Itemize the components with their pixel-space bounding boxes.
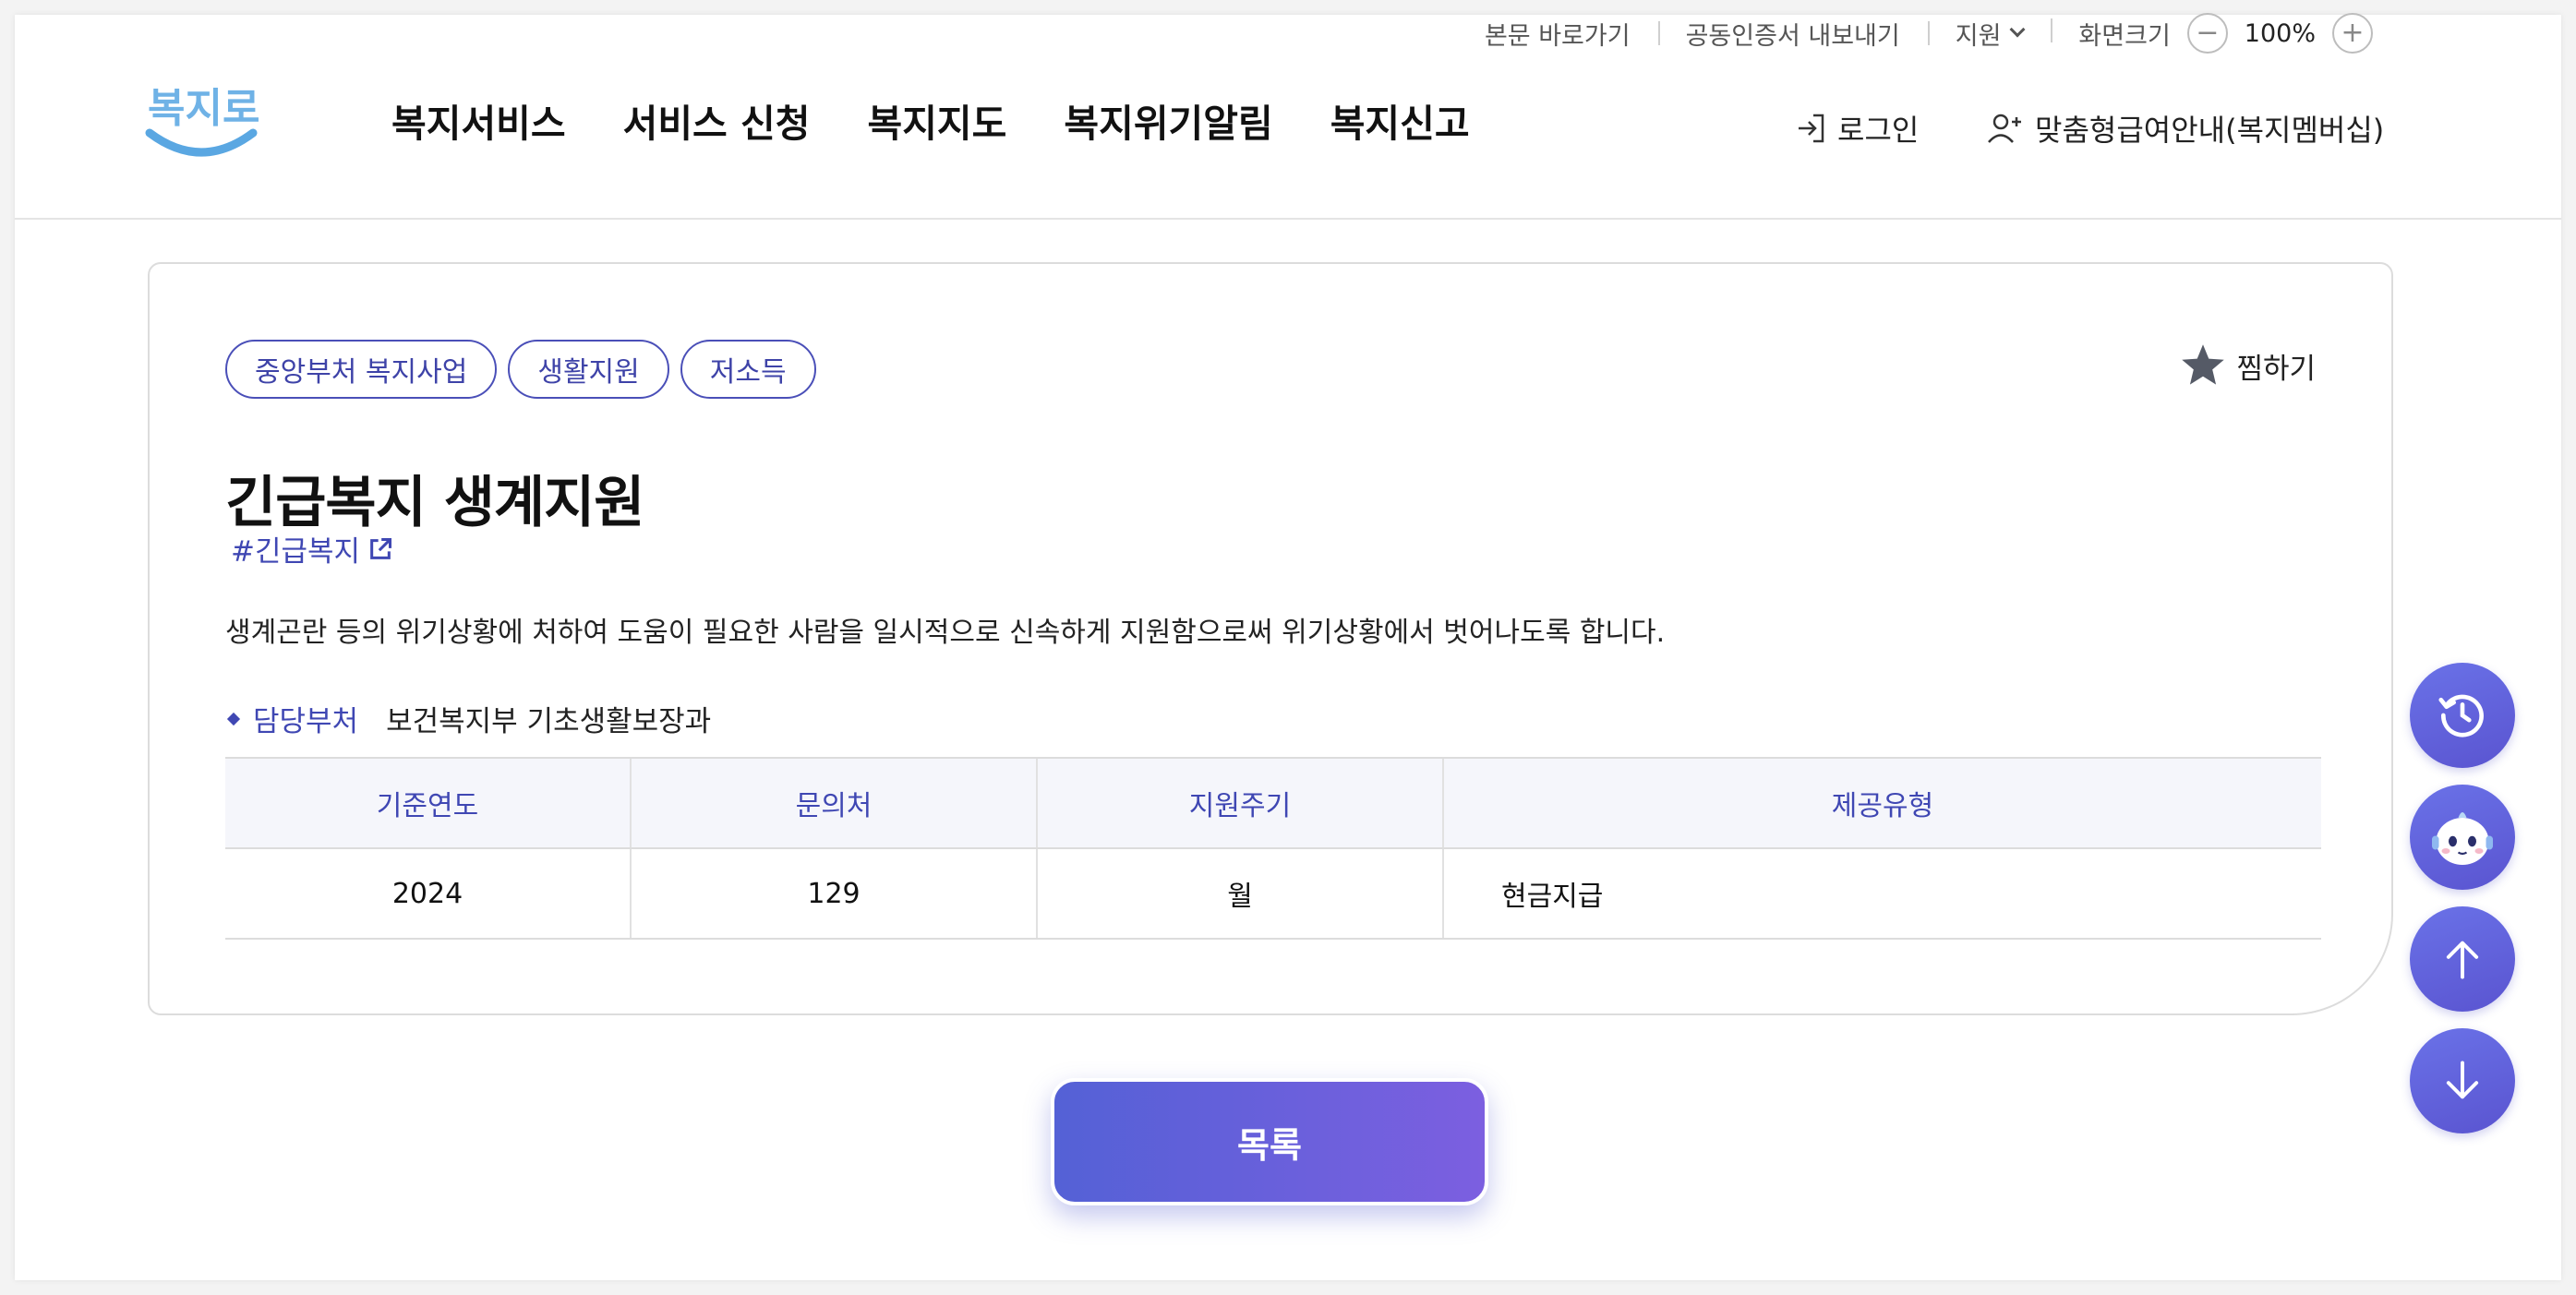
- tag-living-support[interactable]: 생활지원: [508, 340, 669, 399]
- nav-service-apply[interactable]: 서비스 신청: [623, 92, 811, 148]
- favorite-button[interactable]: 찜하기: [2179, 342, 2316, 390]
- cell-base-year: 2024: [225, 848, 631, 940]
- chatbot-button[interactable]: [2410, 785, 2515, 890]
- external-link-icon: [370, 537, 392, 559]
- hashtag-link[interactable]: #긴급복지: [231, 528, 393, 570]
- site-logo[interactable]: 복지로: [144, 68, 259, 170]
- list-button[interactable]: 목록: [1051, 1078, 1488, 1205]
- history-icon: [2438, 694, 2484, 737]
- service-detail-card: 중앙부처 복지사업 생활지원 저소득 찜하기 긴급복지 생계지원 #긴급복지 생…: [148, 262, 2393, 1015]
- header-base-year: 기준연도: [225, 757, 631, 849]
- service-info-table: 기준연도 문의처 지원주기 제공유형 2024 129 월 현금지급: [225, 757, 2321, 940]
- login-link[interactable]: 로그인: [1795, 107, 1919, 150]
- cell-contact: 129: [630, 848, 1037, 940]
- bullet-diamond-icon: [226, 712, 241, 725]
- nav-crisis-alert[interactable]: 복지위기알림: [1064, 92, 1272, 148]
- svg-text:복지로: 복지로: [148, 85, 259, 132]
- star-icon: [2182, 344, 2225, 385]
- plus-icon: +: [2341, 17, 2365, 49]
- arrow-down-icon: [2446, 1061, 2479, 1099]
- skip-to-content-link[interactable]: 본문 바로가기: [1457, 16, 1658, 52]
- tag-list: 중앙부처 복지사업 생활지원 저소득: [225, 340, 816, 399]
- bokjiro-logo-icon: 복지로: [145, 85, 259, 157]
- header-contact: 문의처: [630, 757, 1037, 849]
- table-header-row: 기준연도 문의처 지원주기 제공유형: [225, 757, 2321, 849]
- tag-low-income[interactable]: 저소득: [680, 340, 816, 399]
- cell-support-cycle: 월: [1036, 848, 1443, 940]
- floating-action-group: [2410, 663, 2515, 1133]
- header-divider: [15, 218, 2561, 220]
- tag-central-ministry[interactable]: 중앙부처 복지사업: [225, 340, 498, 399]
- header-provision-type: 제공유형: [1442, 757, 2321, 849]
- zoom-in-button[interactable]: +: [2332, 13, 2373, 54]
- table-row: 2024 129 월 현금지급: [225, 848, 2321, 940]
- zoom-level: 100%: [2244, 18, 2316, 48]
- nav-welfare-map[interactable]: 복지지도: [867, 92, 1006, 148]
- recent-history-button[interactable]: [2410, 663, 2515, 768]
- nav-welfare-report[interactable]: 복지신고: [1330, 92, 1470, 148]
- department-row: 담당부처 보건복지부 기초생활보장과: [225, 698, 711, 739]
- chevron-down-icon: [2009, 21, 2026, 38]
- scroll-bottom-button[interactable]: [2410, 1028, 2515, 1133]
- minus-icon: −: [2196, 17, 2220, 49]
- service-description: 생계곤란 등의 위기상황에 처하여 도움이 필요한 사람을 일시적으로 신속하게…: [225, 617, 1666, 649]
- cert-export-link[interactable]: 공동인증서 내보내기: [1657, 16, 1928, 52]
- department-value: 보건복지부 기초생활보장과: [386, 705, 712, 738]
- service-title: 긴급복지 생계지원: [225, 471, 644, 535]
- cell-provision-type: 현금지급: [1442, 848, 2321, 940]
- header-support-cycle: 지원주기: [1036, 757, 1443, 849]
- chatbot-icon: [2432, 812, 2493, 865]
- nav-welfare-services[interactable]: 복지서비스: [391, 92, 566, 148]
- support-dropdown[interactable]: 지원: [1927, 16, 2052, 52]
- arrow-up-icon: [2446, 941, 2479, 979]
- screen-size-control: 화면크기 − 100% +: [2051, 13, 2401, 54]
- membership-link[interactable]: 맞춤형급여안내(복지멤버십): [1987, 107, 2384, 150]
- user-add-icon: [1988, 114, 2021, 143]
- main-nav: 복지서비스 서비스 신청 복지지도 복지위기알림 복지신고: [391, 92, 1470, 148]
- login-icon: [1799, 114, 1824, 143]
- department-label: 담당부처: [253, 705, 359, 738]
- utility-bar: 본문 바로가기 공동인증서 내보내기 지원 화면크기 − 100% +: [1457, 13, 2401, 54]
- zoom-out-button[interactable]: −: [2186, 13, 2228, 54]
- scroll-top-button[interactable]: [2410, 906, 2515, 1012]
